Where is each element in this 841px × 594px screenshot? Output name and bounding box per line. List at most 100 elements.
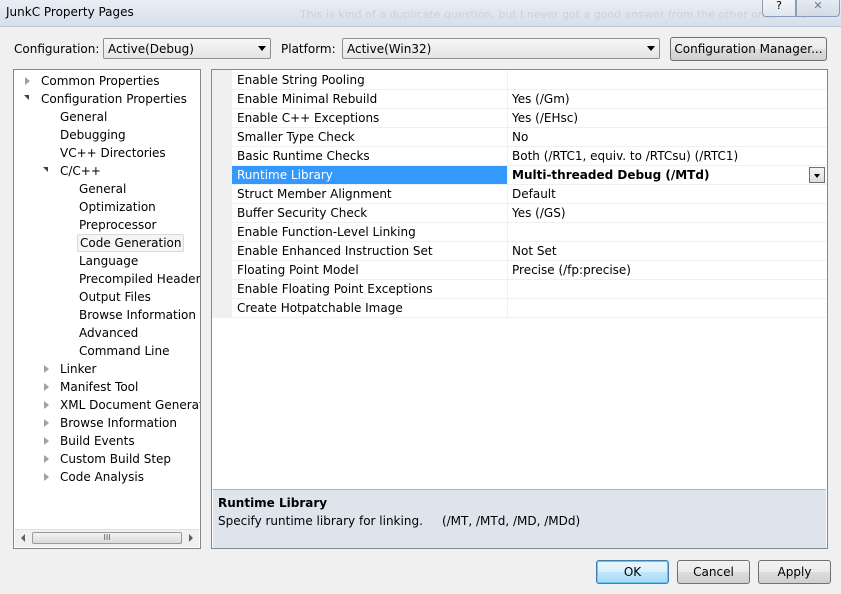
- collapsed-triangle-icon[interactable]: [44, 437, 49, 445]
- property-value[interactable]: Both (/RTC1, equiv. to /RTCsu) (/RTC1): [508, 147, 827, 165]
- tree-item-label: Browse Information: [60, 416, 177, 430]
- scroll-thumb[interactable]: III: [32, 532, 182, 544]
- tree-item[interactable]: Output Files: [77, 288, 153, 306]
- tree-item-label: C/C++: [60, 164, 101, 178]
- property-name: Enable Minimal Rebuild: [232, 90, 508, 108]
- collapsed-triangle-icon[interactable]: [44, 365, 49, 373]
- property-name: Floating Point Model: [232, 261, 508, 279]
- tree-item[interactable]: C/C++: [43, 162, 103, 180]
- property-row[interactable]: Buffer Security Check Yes (/GS): [232, 204, 827, 223]
- property-row[interactable]: Struct Member Alignment Default: [232, 185, 827, 204]
- property-value[interactable]: [508, 299, 827, 317]
- tree-item-label: Common Properties: [41, 74, 160, 88]
- scroll-right-icon[interactable]: [189, 534, 193, 542]
- expanded-triangle-icon[interactable]: [43, 167, 48, 172]
- property-row[interactable]: Enable Function-Level Linking: [232, 223, 827, 242]
- expanded-triangle-icon[interactable]: [24, 95, 29, 100]
- property-row[interactable]: Enable Floating Point Exceptions: [232, 280, 827, 299]
- tree-item-label: Browse Information: [79, 308, 196, 322]
- tree-item[interactable]: Manifest Tool: [44, 378, 140, 396]
- configuration-dropdown[interactable]: Active(Debug): [103, 38, 271, 59]
- property-name: Enable Function-Level Linking: [232, 223, 508, 241]
- tree-item[interactable]: Custom Build Step: [44, 450, 173, 468]
- tree-item[interactable]: Browse Information: [44, 414, 179, 432]
- property-value[interactable]: Default: [508, 185, 827, 203]
- tree-item[interactable]: Precompiled Headers: [77, 270, 200, 288]
- property-value[interactable]: [508, 71, 827, 89]
- property-value[interactable]: [508, 280, 827, 298]
- property-name: Runtime Library: [232, 166, 508, 184]
- property-value[interactable]: Yes (/Gm): [508, 90, 827, 108]
- tree-item[interactable]: XML Document Generator: [44, 396, 200, 414]
- collapsed-triangle-icon[interactable]: [44, 401, 49, 409]
- property-grid[interactable]: Enable String Pooling Enable Minimal Rebu…: [211, 69, 828, 549]
- property-row[interactable]: Smaller Type Check No: [232, 128, 827, 147]
- tree-item[interactable]: Optimization: [77, 198, 158, 216]
- property-row[interactable]: Enable C++ Exceptions Yes (/EHsc): [232, 109, 827, 128]
- configuration-value: Active(Debug): [108, 42, 194, 56]
- tree-item[interactable]: Build Events: [44, 432, 137, 450]
- close-button[interactable]: ✕: [796, 0, 840, 17]
- property-name: Basic Runtime Checks: [232, 147, 508, 165]
- description-title: Runtime Library: [218, 496, 328, 510]
- description-panel: Runtime Library Specify runtime library …: [213, 489, 826, 548]
- property-value[interactable]: Not Set: [508, 242, 827, 260]
- tree-item-label: General: [60, 110, 108, 124]
- chevron-down-icon: [258, 46, 266, 51]
- property-row[interactable]: Basic Runtime Checks Both (/RTC1, equiv. …: [232, 147, 827, 166]
- tree-item[interactable]: General: [58, 108, 109, 126]
- property-tree[interactable]: Common Properties Configuration Propertie…: [13, 69, 201, 549]
- property-row[interactable]: Enable Enhanced Instruction Set Not Set: [232, 242, 827, 261]
- tree-item[interactable]: Debugging: [58, 126, 128, 144]
- property-value[interactable]: Yes (/GS): [508, 204, 827, 222]
- cancel-button[interactable]: Cancel: [677, 560, 750, 584]
- tree-item[interactable]: Common Properties: [25, 72, 162, 90]
- help-button[interactable]: ?: [762, 0, 796, 17]
- ok-button[interactable]: OK: [596, 560, 669, 584]
- property-value[interactable]: Multi-threaded Debug (/MTd): [508, 166, 827, 184]
- collapsed-triangle-icon[interactable]: [44, 383, 49, 391]
- property-name: Enable Floating Point Exceptions: [232, 280, 508, 298]
- configuration-manager-button[interactable]: Configuration Manager...: [670, 37, 827, 61]
- property-row[interactable]: Create Hotpatchable Image: [232, 299, 827, 318]
- property-dropdown-button[interactable]: [809, 167, 825, 183]
- collapsed-triangle-icon[interactable]: [44, 419, 49, 427]
- tree-item[interactable]: Advanced: [77, 324, 140, 342]
- collapsed-triangle-icon[interactable]: [44, 473, 49, 481]
- tree-item[interactable]: Code Analysis: [44, 468, 146, 486]
- property-value[interactable]: Yes (/EHsc): [508, 109, 827, 127]
- tree-item-label: Configuration Properties: [41, 92, 187, 106]
- property-row[interactable]: Runtime Library Multi-threaded Debug (/MT…: [232, 166, 827, 185]
- property-name: Enable C++ Exceptions: [232, 109, 508, 127]
- tree-item[interactable]: Language: [77, 252, 140, 270]
- scroll-left-icon[interactable]: [21, 534, 25, 542]
- property-value[interactable]: [508, 223, 827, 241]
- tree-item[interactable]: Command Line: [77, 342, 172, 360]
- tree-item-label: Debugging: [60, 128, 126, 142]
- tree-item[interactable]: Configuration Properties: [24, 90, 189, 108]
- tree-item-label: VC++ Directories: [60, 146, 166, 160]
- collapsed-triangle-icon[interactable]: [44, 455, 49, 463]
- property-row[interactable]: Enable Minimal Rebuild Yes (/Gm): [232, 90, 827, 109]
- tree-item[interactable]: Preprocessor: [77, 216, 158, 234]
- tree-item[interactable]: General: [77, 180, 128, 198]
- window-title: JunkC Property Pages: [6, 5, 134, 19]
- configuration-label: Configuration:: [14, 42, 100, 56]
- tree-item-label: Output Files: [79, 290, 151, 304]
- collapsed-triangle-icon[interactable]: [25, 77, 30, 85]
- tree-item[interactable]: VC++ Directories: [58, 144, 168, 162]
- background-window-text: This is kind of a duplicate question, bu…: [300, 8, 809, 21]
- tree-item-label: Manifest Tool: [60, 380, 139, 394]
- apply-button[interactable]: Apply: [758, 560, 831, 584]
- property-value[interactable]: No: [508, 128, 827, 146]
- tree-item-label: Custom Build Step: [60, 452, 172, 466]
- property-row[interactable]: Enable String Pooling: [232, 71, 827, 90]
- property-value[interactable]: Precise (/fp:precise): [508, 261, 827, 279]
- tree-item[interactable]: Code Generation: [77, 234, 185, 252]
- tree-item[interactable]: Linker: [44, 360, 98, 378]
- platform-dropdown[interactable]: Active(Win32): [342, 38, 660, 59]
- property-row[interactable]: Floating Point Model Precise (/fp:precise…: [232, 261, 827, 280]
- tree-item[interactable]: Browse Information: [77, 306, 198, 324]
- platform-label: Platform:: [281, 42, 336, 56]
- horizontal-scrollbar[interactable]: III: [15, 529, 199, 547]
